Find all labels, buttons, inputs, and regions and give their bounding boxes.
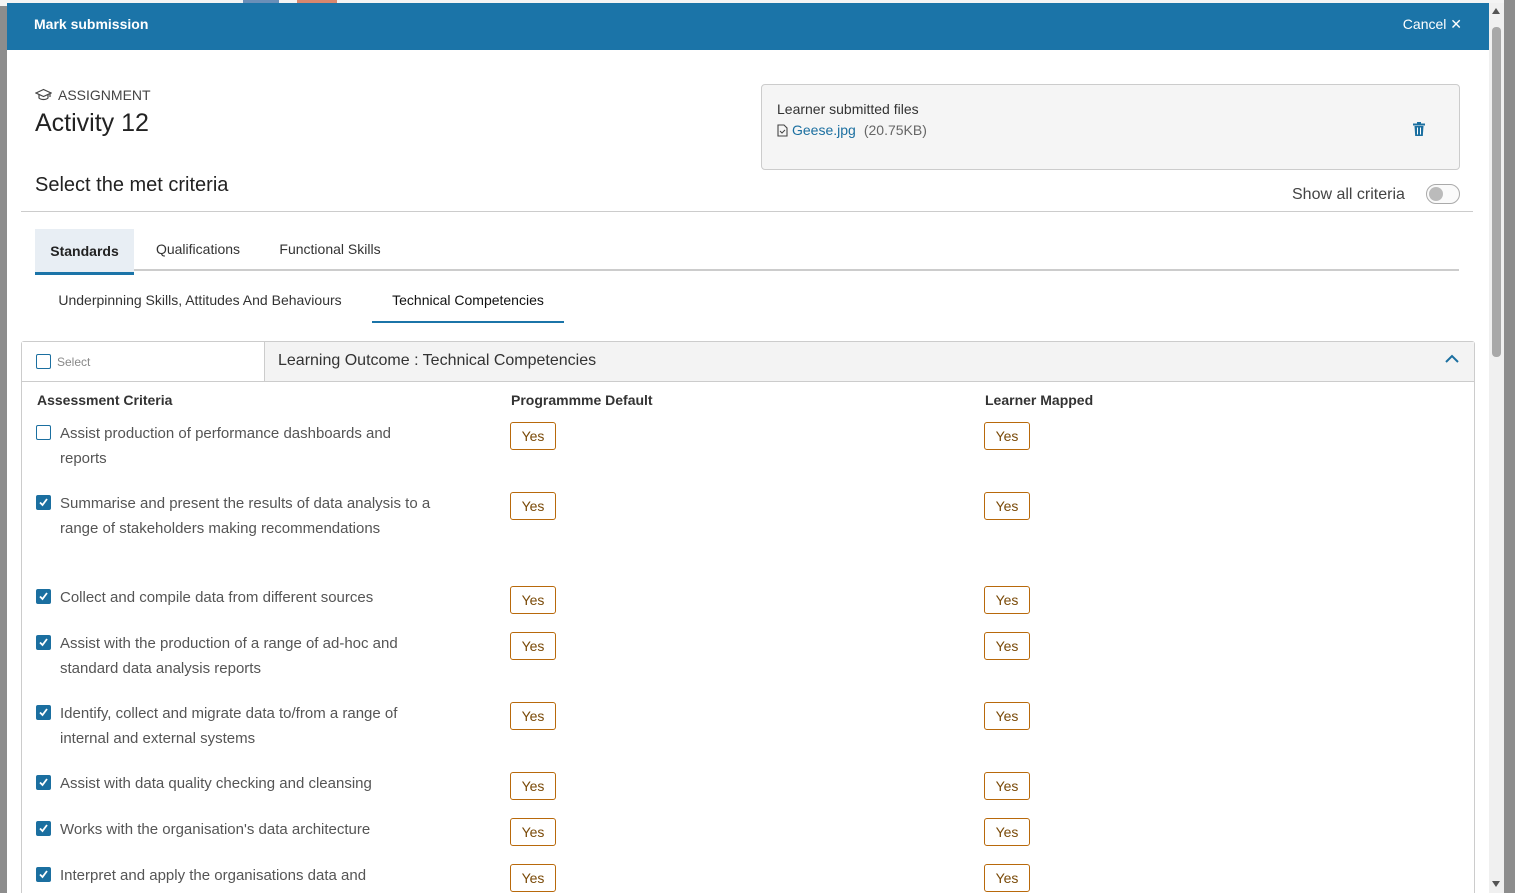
file-link[interactable]: Geese.jpg (20.75KB)	[777, 122, 927, 138]
show-all-criteria-label: Show all criteria	[1292, 186, 1405, 203]
criteria-checkbox[interactable]	[36, 495, 51, 510]
criteria-checkbox[interactable]	[36, 635, 51, 650]
learner-mapped-badge: Yes	[984, 864, 1030, 892]
learner-mapped-badge: Yes	[984, 422, 1030, 450]
mark-submission-modal: Mark submission Cancel ✕ ASSIGNMENT Acti…	[7, 3, 1489, 893]
assignment-label-text: ASSIGNMENT	[58, 87, 151, 103]
learner-mapped-badge: Yes	[984, 632, 1030, 660]
criteria-text: Interpret and apply the organisations da…	[60, 867, 367, 884]
criteria-text: Assist with the production of a range of…	[60, 635, 398, 677]
learning-outcome-title: Learning Outcome : Technical Competencie…	[278, 352, 597, 369]
file-name[interactable]: Geese.jpg	[792, 122, 856, 138]
learner-mapped-badge: Yes	[984, 586, 1030, 614]
criteria-text: Collect and compile data from different …	[60, 589, 374, 606]
delete-file-button[interactable]	[1413, 122, 1425, 141]
scroll-down-icon[interactable]	[1492, 881, 1500, 887]
collapse-button[interactable]	[1444, 352, 1460, 371]
learner-mapped-badge: Yes	[984, 702, 1030, 730]
learner-mapped-badge: Yes	[984, 818, 1030, 846]
checkmark-icon	[39, 592, 48, 601]
select-all-checkbox[interactable]	[36, 354, 51, 369]
criteria-text: Assist production of performance dashboa…	[60, 425, 392, 467]
criteria-text: Summarise and present the results of dat…	[60, 495, 431, 537]
learner-files-label: Learner submitted files	[777, 101, 919, 117]
cancel-button[interactable]: Cancel ✕	[1403, 16, 1462, 33]
tab-technical-competencies[interactable]: Technical Competencies	[372, 279, 564, 323]
criteria-checkbox[interactable]	[36, 867, 51, 882]
tab-qualifications[interactable]: Qualifications	[143, 229, 253, 269]
checkmark-icon	[39, 824, 48, 833]
tab-functional-skills[interactable]: Functional Skills	[267, 229, 393, 269]
learner-mapped-badge: Yes	[984, 492, 1030, 520]
scroll-up-icon[interactable]	[1492, 8, 1500, 14]
chevron-up-icon	[1445, 354, 1459, 363]
scrollbar-thumb[interactable]	[1492, 27, 1501, 357]
select-all[interactable]: Select	[22, 342, 265, 381]
criteria-checkbox[interactable]	[36, 425, 51, 440]
toggle-knob	[1429, 187, 1443, 201]
criteria-text: Works with the organisation's data archi…	[60, 821, 371, 838]
checkmark-icon	[39, 498, 48, 507]
programme-default-badge: Yes	[510, 864, 556, 892]
criteria-checkbox[interactable]	[36, 775, 51, 790]
criteria-checkbox[interactable]	[36, 821, 51, 836]
window-edge	[1504, 0, 1515, 893]
checkmark-icon	[39, 708, 48, 717]
modal-title: Mark submission	[34, 16, 149, 32]
criteria-checkbox[interactable]	[36, 589, 51, 604]
select-all-label: Select	[57, 354, 91, 369]
modal-header: Mark submission Cancel ✕	[7, 3, 1489, 50]
file-icon	[777, 123, 788, 137]
programme-default-badge: Yes	[510, 492, 556, 520]
tab-underpinning-skills[interactable]: Underpinning Skills, Attitudes And Behav…	[35, 279, 365, 321]
checkmark-icon	[39, 778, 48, 787]
graduation-cap-icon	[35, 88, 52, 101]
page-title: Activity 12	[35, 109, 149, 137]
column-header-mapped: Learner Mapped	[985, 392, 1094, 408]
learner-mapped-badge: Yes	[984, 772, 1030, 800]
column-header-criteria: Assessment Criteria	[37, 392, 173, 408]
programme-default-badge: Yes	[510, 702, 556, 730]
criteria-text: Identify, collect and migrate data to/fr…	[60, 705, 398, 747]
programme-default-badge: Yes	[510, 772, 556, 800]
trash-icon	[1413, 122, 1425, 136]
column-header-default: Programmme Default	[511, 392, 653, 408]
learner-files-panel: Learner submitted files Geese.jpg (20.75…	[761, 84, 1460, 170]
file-size: (20.75KB)	[863, 122, 927, 138]
show-all-criteria-toggle[interactable]	[1426, 184, 1460, 204]
assignment-label: ASSIGNMENT	[35, 87, 151, 103]
programme-default-badge: Yes	[510, 586, 556, 614]
learning-outcome-panel: Select Learning Outcome : Technical Comp…	[21, 341, 1475, 893]
programme-default-badge: Yes	[510, 422, 556, 450]
divider	[21, 211, 1473, 212]
criteria-checkbox[interactable]	[36, 705, 51, 720]
scrollbar[interactable]	[1489, 3, 1504, 893]
tab-standards[interactable]: Standards	[35, 229, 134, 275]
learning-outcome-header: Select Learning Outcome : Technical Comp…	[22, 342, 1474, 382]
standards-tabs: Standards Qualifications Functional Skil…	[35, 229, 1459, 275]
checkmark-icon	[39, 638, 48, 647]
programme-default-badge: Yes	[510, 632, 556, 660]
criteria-text: Assist with data quality checking and cl…	[60, 775, 372, 792]
select-criteria-heading: Select the met criteria	[35, 174, 229, 196]
programme-default-badge: Yes	[510, 818, 556, 846]
checkmark-icon	[39, 870, 48, 879]
